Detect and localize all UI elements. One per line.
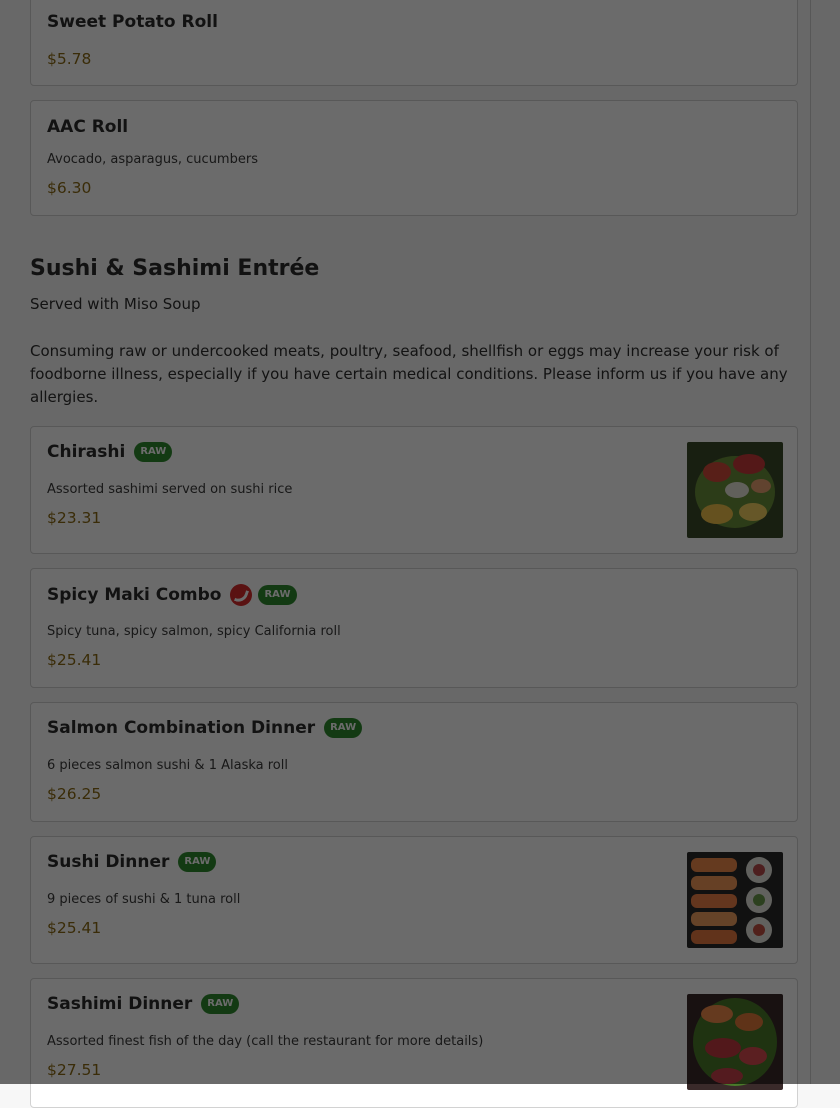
item-price: $23.31: [47, 509, 102, 527]
scroll-divider: [810, 0, 811, 1084]
item-name-row: Chirashi RAW: [47, 442, 173, 462]
item-price: $27.51: [47, 1061, 102, 1079]
raw-food-notice: Consuming raw or undercooked meats, poul…: [30, 342, 788, 406]
item-description: 6 pieces salmon sushi & 1 Alaska roll: [47, 758, 288, 773]
item-name: Spicy Maki Combo: [47, 585, 222, 605]
item-description: 9 pieces of sushi & 1 tuna roll: [47, 892, 241, 907]
menu-item-card[interactable]: Spicy Maki Combo RAW Spicy tuna, spicy s…: [30, 568, 798, 688]
raw-badge: RAW: [324, 718, 363, 738]
section-title: Sushi & Sashimi Entrée: [30, 256, 320, 281]
item-price: $5.78: [47, 50, 92, 68]
item-price: $6.30: [47, 179, 92, 197]
item-photo: [687, 994, 783, 1090]
item-name-row: Sushi Dinner RAW: [47, 852, 217, 872]
item-name: Chirashi: [47, 442, 126, 462]
sashimi-dinner-photo: [687, 994, 783, 1090]
menu-page: Sweet Potato Roll $5.78 AAC Roll Avocado…: [0, 0, 840, 1108]
item-description: Spicy tuna, spicy salmon, spicy Californ…: [47, 624, 341, 639]
item-name: AAC Roll: [47, 117, 129, 137]
item-price: $25.41: [47, 651, 102, 669]
menu-item-card[interactable]: Salmon Combination Dinner RAW 6 pieces s…: [30, 702, 798, 822]
item-name-row: Salmon Combination Dinner RAW: [47, 718, 363, 738]
item-name-row: Spicy Maki Combo RAW: [47, 584, 297, 606]
item-name-row: Sweet Potato Roll: [47, 12, 227, 32]
item-description: Assorted finest fish of the day (call th…: [47, 1034, 484, 1049]
item-price: $26.25: [47, 785, 102, 803]
chirashi-photo: [687, 442, 783, 538]
item-name-row: AAC Roll: [47, 117, 137, 137]
raw-badge: RAW: [134, 442, 173, 462]
raw-badge: RAW: [178, 852, 217, 872]
menu-item-card[interactable]: Sushi Dinner RAW 9 pieces of sushi & 1 t…: [30, 836, 798, 964]
item-name-row: Sashimi Dinner RAW: [47, 994, 240, 1014]
spicy-icon: [230, 584, 253, 606]
menu-item-card[interactable]: AAC Roll Avocado, asparagus, cucumbers $…: [30, 100, 798, 216]
menu-item-card[interactable]: Chirashi RAW Assorted sashimi served on …: [30, 426, 798, 554]
item-price: $25.41: [47, 919, 102, 937]
menu-item-card[interactable]: Sweet Potato Roll $5.78: [30, 0, 798, 86]
menu-item-card[interactable]: Sashimi Dinner RAW Assorted finest fish …: [30, 978, 798, 1108]
item-photo: [687, 852, 783, 948]
item-name: Salmon Combination Dinner: [47, 718, 316, 738]
item-photo: [687, 442, 783, 538]
item-name: Sashimi Dinner: [47, 994, 193, 1014]
item-name: Sushi Dinner: [47, 852, 170, 872]
item-name: Sweet Potato Roll: [47, 12, 218, 32]
item-description: Avocado, asparagus, cucumbers: [47, 152, 258, 167]
sushi-dinner-photo: [687, 852, 783, 948]
item-description: Assorted sashimi served on sushi rice: [47, 482, 293, 497]
section-subtitle: Served with Miso Soup: [30, 295, 201, 313]
raw-badge: RAW: [258, 585, 297, 605]
raw-badge: RAW: [201, 994, 240, 1014]
